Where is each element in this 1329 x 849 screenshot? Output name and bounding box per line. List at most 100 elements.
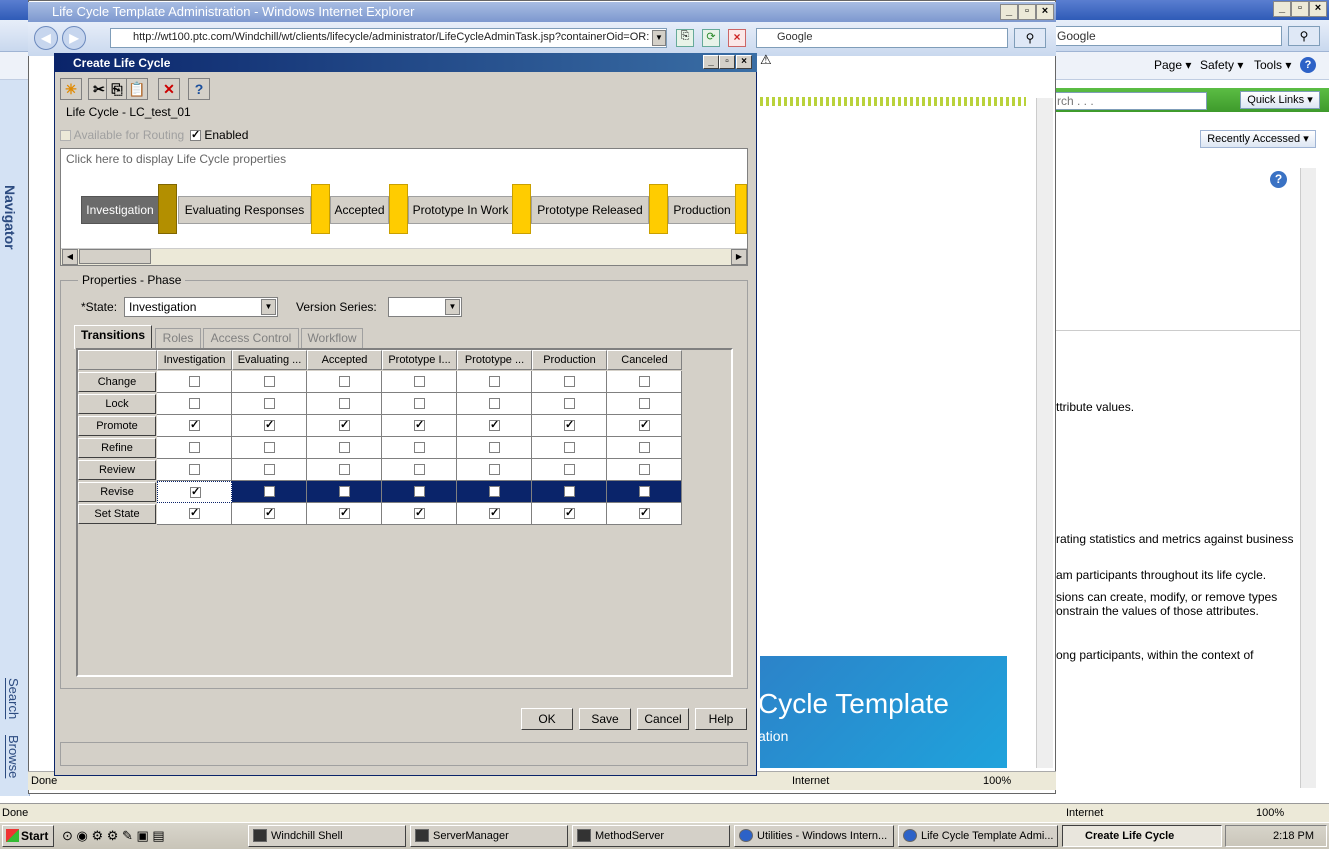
navigator-label[interactable]: Navigator	[2, 185, 18, 250]
version-series-select[interactable]: ▼	[388, 297, 462, 317]
grid-row-header[interactable]: Review	[78, 460, 156, 480]
transition-checkbox[interactable]	[189, 398, 200, 409]
clock[interactable]: 2:18 PM	[1273, 830, 1314, 842]
browse-tab[interactable]: Browse	[6, 735, 21, 778]
transition-checkbox[interactable]	[639, 398, 650, 409]
paste-icon[interactable]: 📋	[126, 78, 148, 100]
transition-checkbox[interactable]	[639, 486, 650, 497]
phase-investigation[interactable]: Investigation	[81, 196, 159, 224]
phase-transition-gate[interactable]	[389, 184, 408, 234]
search-icon[interactable]: ⚲	[1288, 26, 1320, 46]
phase-prototype-released[interactable]: Prototype Released	[531, 196, 649, 224]
transition-checkbox[interactable]	[339, 442, 350, 453]
chevron-down-icon[interactable]: ▼	[445, 299, 460, 315]
transition-checkbox[interactable]	[339, 464, 350, 475]
transition-checkbox[interactable]	[414, 464, 425, 475]
transition-checkbox[interactable]	[339, 486, 350, 497]
task-life-cycle-template-admin[interactable]: Life Cycle Template Admi...	[898, 825, 1058, 847]
transition-checkbox[interactable]	[264, 376, 275, 387]
transition-checkbox[interactable]	[489, 418, 500, 431]
forward-icon[interactable]: ▶	[62, 26, 86, 50]
help-icon[interactable]: ?	[1270, 171, 1287, 188]
phase-transition-gate[interactable]	[512, 184, 531, 234]
menu-page[interactable]: Page ▾	[1154, 58, 1191, 72]
minimize-button[interactable]: _	[1273, 1, 1291, 17]
tab-roles[interactable]: Roles	[155, 328, 201, 348]
header-search-input[interactable]: rch . . .	[1052, 92, 1207, 110]
phase-transition-gate[interactable]	[649, 184, 668, 234]
address-bar[interactable]: http://wt100.ptc.com/Windchill/wt/client…	[110, 28, 667, 48]
transition-checkbox[interactable]	[339, 376, 350, 387]
quick-links-button[interactable]: Quick Links ▾	[1240, 91, 1320, 109]
transition-checkbox[interactable]	[189, 442, 200, 453]
phase-transition-gate[interactable]	[158, 184, 177, 234]
refresh-icon[interactable]: ⟳	[702, 29, 720, 47]
task-windchill-shell[interactable]: Windchill Shell	[248, 825, 406, 847]
transition-checkbox[interactable]	[414, 506, 425, 519]
compatibility-icon[interactable]: ⎘	[676, 29, 694, 47]
recently-accessed-button[interactable]: Recently Accessed ▾	[1200, 130, 1316, 148]
help-icon[interactable]: ?	[188, 78, 210, 100]
transition-checkbox[interactable]	[639, 418, 650, 431]
phase-panel-hint[interactable]: Click here to display Life Cycle propert…	[66, 152, 286, 166]
background-search-input[interactable]: Google	[1052, 26, 1282, 46]
grid-column-header[interactable]: Prototype I...	[382, 350, 457, 370]
maximize-button[interactable]: ▫	[719, 55, 735, 69]
ie-search-input[interactable]: Google	[756, 28, 1008, 48]
transition-checkbox[interactable]	[189, 506, 200, 519]
chevron-down-icon[interactable]: ▼	[652, 30, 666, 46]
grid-column-header[interactable]: Accepted	[307, 350, 382, 370]
delete-icon[interactable]: ✕	[158, 78, 180, 100]
search-icon[interactable]: ⚲	[1014, 28, 1046, 48]
close-button[interactable]: ×	[1036, 4, 1054, 20]
transition-checkbox[interactable]	[639, 442, 650, 453]
grid-column-header[interactable]: Prototype ...	[457, 350, 532, 370]
close-button[interactable]: ×	[1309, 1, 1327, 17]
search-tab[interactable]: Search	[6, 678, 21, 719]
transition-checkbox[interactable]	[564, 418, 575, 431]
transition-checkbox[interactable]	[414, 486, 425, 497]
copy-icon[interactable]: ⎘	[106, 78, 128, 100]
cancel-button[interactable]: Cancel	[637, 708, 689, 730]
transition-checkbox[interactable]	[189, 376, 200, 387]
available-for-routing-checkbox[interactable]: Available for Routing	[60, 128, 184, 142]
transition-checkbox[interactable]	[564, 506, 575, 519]
transition-checkbox[interactable]	[264, 464, 275, 475]
tab-transitions[interactable]: Transitions	[74, 325, 152, 349]
help-icon[interactable]: ?	[1300, 57, 1316, 73]
grid-column-header[interactable]: Production	[532, 350, 607, 370]
transition-checkbox[interactable]	[489, 376, 500, 387]
start-button[interactable]: Start	[2, 825, 54, 847]
scroll-right-icon[interactable]: ▶	[731, 249, 747, 265]
vertical-scrollbar[interactable]	[1036, 98, 1053, 768]
transition-checkbox[interactable]	[264, 506, 275, 519]
transition-checkbox[interactable]	[564, 398, 575, 409]
grid-column-header[interactable]: Investigation	[157, 350, 232, 370]
phase-evaluating-responses[interactable]: Evaluating Responses	[178, 196, 311, 224]
stop-icon[interactable]: ×	[728, 29, 746, 47]
transition-checkbox[interactable]	[414, 398, 425, 409]
transition-checkbox[interactable]	[414, 442, 425, 453]
transition-checkbox[interactable]	[489, 464, 500, 475]
menu-safety[interactable]: Safety ▾	[1200, 58, 1243, 72]
transition-checkbox[interactable]	[489, 486, 500, 497]
ok-button[interactable]: OK	[521, 708, 573, 730]
task-servermanager[interactable]: ServerManager	[410, 825, 568, 847]
transition-checkbox[interactable]	[564, 464, 575, 475]
grid-row-header[interactable]: Refine	[78, 438, 156, 458]
transition-checkbox[interactable]	[264, 398, 275, 409]
maximize-button[interactable]: ▫	[1018, 4, 1036, 20]
transition-checkbox[interactable]	[639, 464, 650, 475]
transition-checkbox[interactable]	[489, 398, 500, 409]
state-select[interactable]: Investigation ▼	[124, 297, 278, 317]
transition-checkbox[interactable]	[639, 506, 650, 519]
phase-transition-gate[interactable]	[311, 184, 330, 234]
transition-checkbox[interactable]	[190, 485, 201, 498]
transition-checkbox[interactable]	[339, 418, 350, 431]
vertical-scrollbar[interactable]	[1300, 168, 1316, 788]
phase-accepted[interactable]: Accepted	[330, 196, 389, 224]
transition-checkbox[interactable]	[339, 506, 350, 519]
grid-row-header[interactable]: Lock	[78, 394, 156, 414]
new-icon[interactable]: ✳	[60, 78, 82, 100]
grid-row-header[interactable]: Change	[78, 372, 156, 392]
